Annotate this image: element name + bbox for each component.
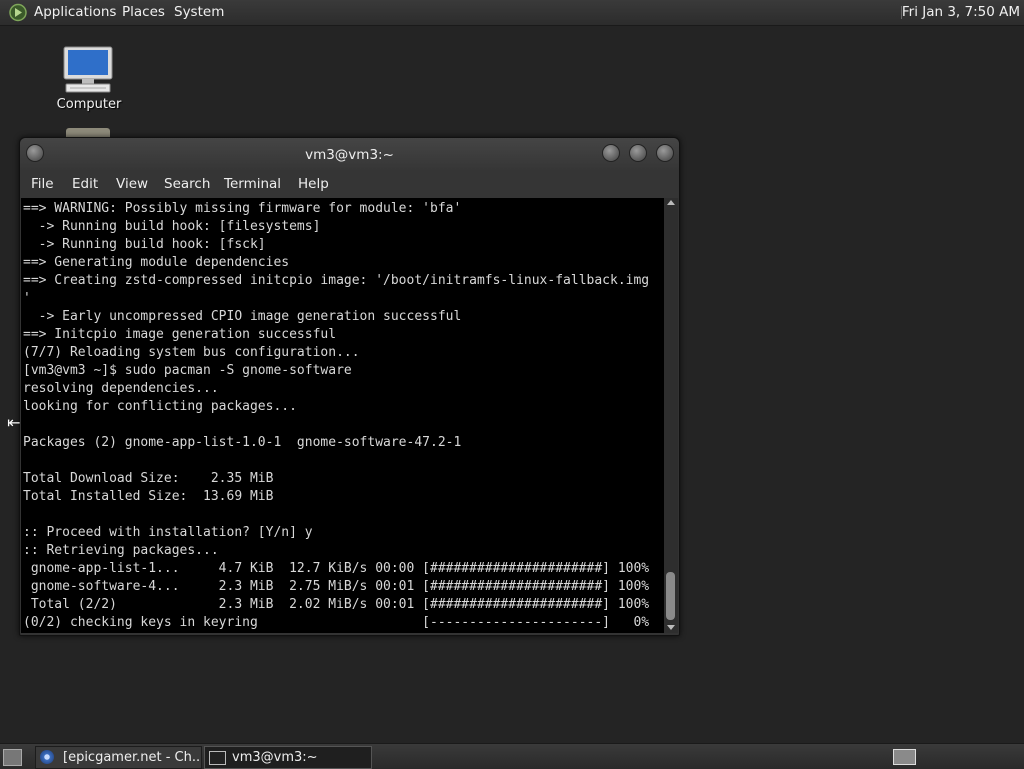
menu-file[interactable]: File	[31, 176, 54, 192]
places-menu[interactable]: Places	[122, 4, 165, 20]
resize-cursor-icon: ⇤	[7, 413, 21, 432]
show-desktop-icon[interactable]	[3, 749, 22, 766]
window-titlebar[interactable]: vm3@vm3:~	[20, 138, 679, 170]
menu-help[interactable]: Help	[298, 176, 329, 192]
terminal-output[interactable]: ==> WARNING: Possibly missing firmware f…	[21, 198, 664, 632]
bottom-panel: [epicgamer.net - Ch... vm3@vm3:~	[0, 743, 1024, 769]
workspace-switcher[interactable]	[893, 749, 916, 765]
scroll-up-arrow-icon[interactable]	[667, 200, 675, 205]
minimize-button[interactable]	[602, 144, 620, 162]
taskbar-item-terminal[interactable]: vm3@vm3:~	[204, 746, 372, 769]
menu-edit[interactable]: Edit	[72, 176, 98, 192]
menu-search[interactable]: Search	[164, 176, 210, 192]
scroll-down-arrow-icon[interactable]	[667, 625, 675, 630]
scrollbar-thumb[interactable]	[666, 572, 675, 620]
top-panel: Applications Places System Fri Jan 3, 7:…	[0, 0, 1024, 26]
terminal-menubar: File Edit View Search Terminal Help	[20, 170, 679, 198]
taskbar-item-label: vm3@vm3:~	[232, 750, 318, 765]
computer-icon[interactable]	[60, 45, 116, 95]
gnome-foot-icon[interactable]	[8, 3, 28, 22]
menu-view[interactable]: View	[116, 176, 148, 192]
computer-label[interactable]: Computer	[50, 97, 128, 112]
maximize-button[interactable]	[629, 144, 647, 162]
window-title: vm3@vm3:~	[305, 147, 394, 163]
system-menu[interactable]: System	[174, 4, 224, 20]
terminal-output-area[interactable]: ==> WARNING: Possibly missing firmware f…	[21, 198, 664, 633]
terminal-scrollbar[interactable]	[664, 198, 678, 633]
terminal-icon	[209, 751, 226, 765]
taskbar-item-browser[interactable]: [epicgamer.net - Ch...	[35, 746, 202, 769]
menu-terminal[interactable]: Terminal	[224, 176, 281, 192]
browser-icon	[40, 750, 54, 764]
close-button[interactable]	[656, 144, 674, 162]
applications-menu[interactable]: Applications	[34, 4, 116, 20]
terminal-window[interactable]: vm3@vm3:~ File Edit View Search Terminal…	[19, 137, 680, 636]
taskbar-item-label: [epicgamer.net - Ch...	[63, 750, 202, 765]
clock[interactable]: Fri Jan 3, 7:50 AM	[902, 4, 1020, 20]
